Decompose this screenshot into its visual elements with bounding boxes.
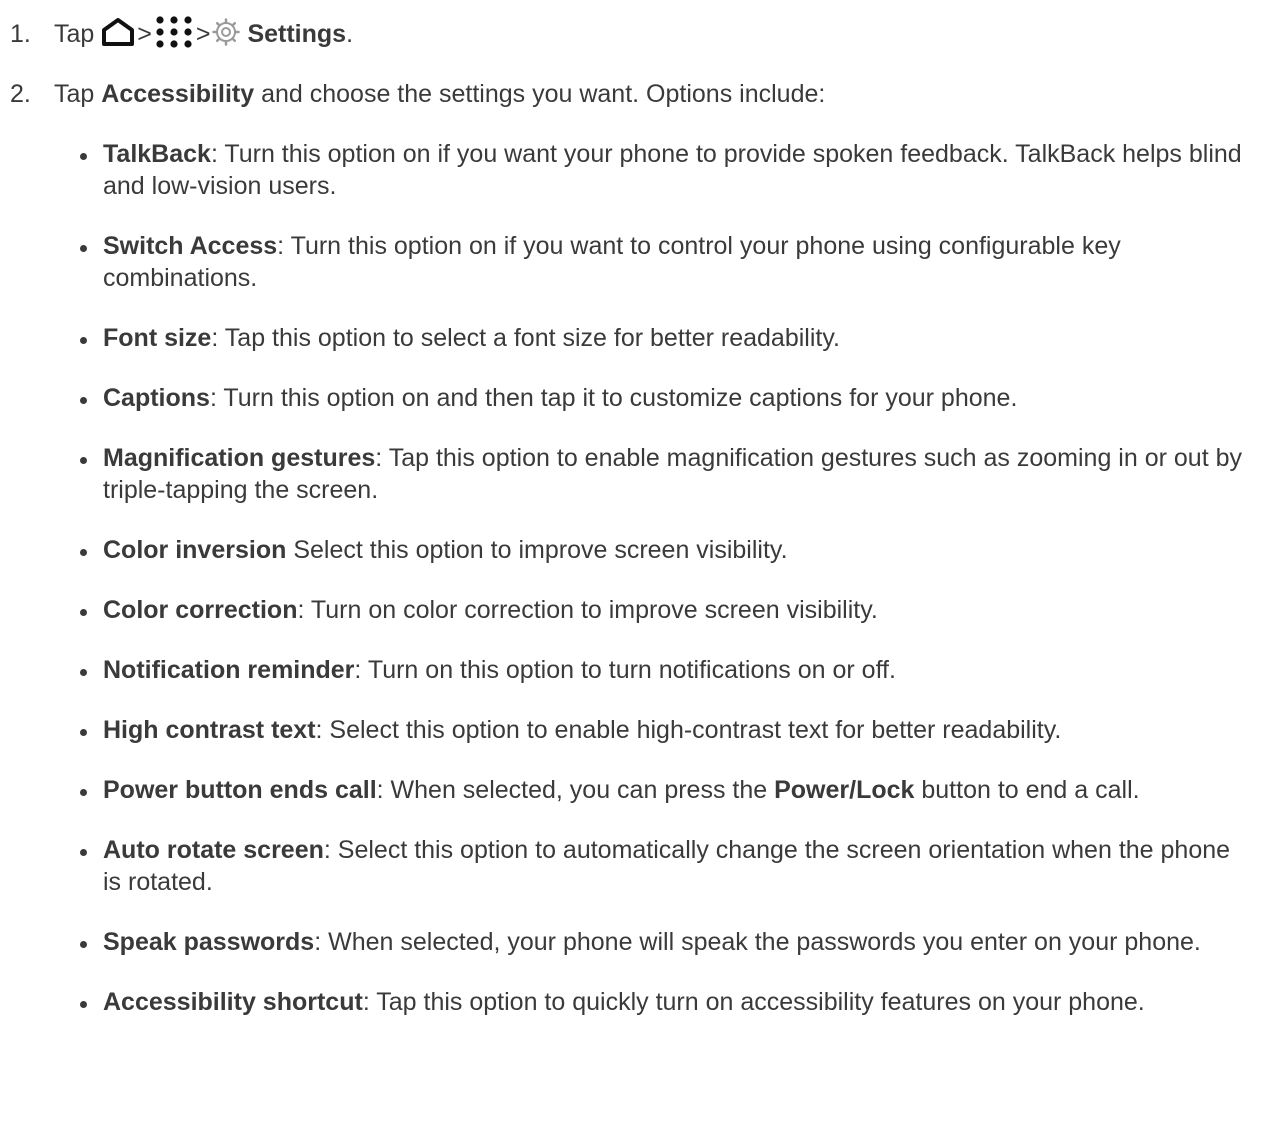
list-item: Switch Access: Turn this option on if yo… [78,230,1255,294]
list-item: High contrast text: Select this option t… [78,714,1255,746]
option-desc: : When selected, you can press the [376,776,775,804]
option-term: Magnification gestures [103,444,376,472]
option-term: Auto rotate screen [103,836,324,864]
list-item: Captions: Turn this option on and then t… [78,382,1255,414]
gear-icon [212,18,241,47]
list-item: Font size: Tap this option to select a f… [78,322,1255,354]
option-desc: : Tap this option to quickly turn on acc… [362,988,1145,1016]
option-desc: Select this option to improve screen vis… [286,536,788,564]
list-item: Auto rotate screen: Select this option t… [78,834,1255,898]
option-term: Color inversion [103,536,287,564]
option-term: Color correction [103,596,298,624]
option-desc: : Tap this option to select a font size … [211,324,840,352]
option-term: High contrast text [103,716,316,744]
power-lock-label: Power/Lock [774,776,915,804]
list-item: Notification reminder: Turn on this opti… [78,654,1255,686]
separator: > [195,20,211,48]
option-desc: : Turn on color correction to improve sc… [297,596,878,624]
list-item: TalkBack: Turn this option on if you wan… [78,138,1255,202]
option-desc-after: button to end a call. [914,776,1140,804]
options-list: TalkBack: Turn this option on if you wan… [78,138,1255,1046]
step-tap-text: Tap [54,20,95,48]
list-item: Accessibility shortcut: Tap this option … [78,986,1255,1018]
option-desc: : Turn this option on if you want your p… [103,140,1242,200]
list-item: Color inversion Select this option to im… [78,534,1255,566]
home-icon [101,17,135,47]
option-term: TalkBack [103,140,211,168]
step-1: 1. Tap > > Settings. [10,15,1251,52]
list-item: Magnification gestures: Tap this option … [78,442,1255,506]
list-item: Power button ends call: When selected, y… [78,774,1255,806]
option-desc: : Select this option to enable high-cont… [315,716,1062,744]
step-2: 2. Tap Accessibility and choose the setti… [10,78,1251,110]
option-desc: : Turn on this option to turn notificati… [354,656,896,684]
step-number: 2. [10,80,31,108]
settings-label: Settings [247,20,347,48]
option-term: Speak passwords [103,928,315,956]
option-term: Notification reminder [103,656,355,684]
option-term: Captions [103,384,210,412]
apps-icon [154,15,194,49]
step-period: . [346,20,354,48]
option-desc: : When selected, your phone will speak t… [314,928,1201,956]
document-page: 1. Tap > > Settings. 2. Tap Accessibilit… [0,0,1261,1141]
separator: > [137,20,152,48]
option-term: Accessibility shortcut [103,988,363,1016]
option-term: Power button ends call [103,776,377,804]
list-item: Speak passwords: When selected, your pho… [78,926,1255,958]
step-tap-text: Tap [54,80,95,108]
option-term: Font size [103,324,212,352]
accessibility-label: Accessibility [101,80,255,108]
option-desc: : Turn this option on and then tap it to… [209,384,1018,412]
step-2-text: and choose the settings you want. Option… [254,80,826,108]
list-item: Color correction: Turn on color correcti… [78,594,1255,626]
option-term: Switch Access [103,232,278,260]
step-number: 1. [10,20,31,48]
